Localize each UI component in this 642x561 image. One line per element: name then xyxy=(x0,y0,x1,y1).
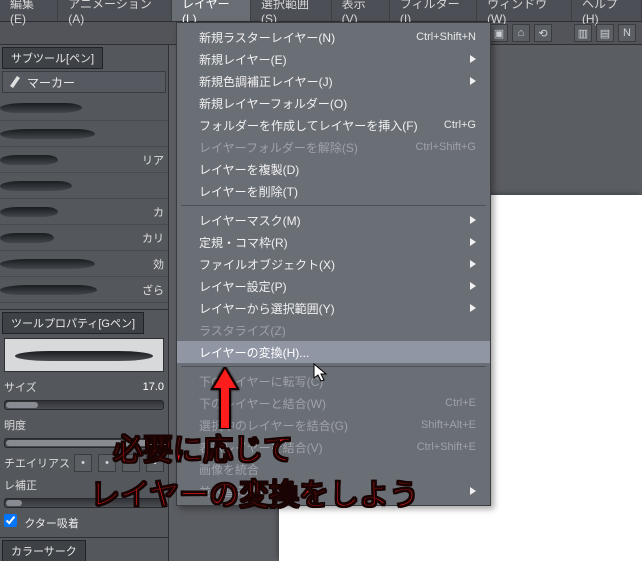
mi-rasterize: ラスタライズ(Z) xyxy=(177,319,490,341)
mi-new-folder[interactable]: 新規レイヤーフォルダー(O) xyxy=(177,92,490,114)
mi-ruler-frame[interactable]: 定規・コマ枠(R) xyxy=(177,231,490,253)
toolproperty-tab[interactable]: ツールプロパティ[Gペン] xyxy=(2,312,144,334)
aa-opt-2[interactable]: • xyxy=(98,454,116,472)
mi-merge-visible: 表示レイヤーを結合(V)Ctrl+Shift+E xyxy=(177,436,490,458)
marker-label: マーカー xyxy=(27,74,75,91)
menu-filter[interactable]: フィルター(I) xyxy=(390,0,477,21)
mi-merge-selected: 選択中のレイヤーを結合(G)Shift+Alt+E xyxy=(177,414,490,436)
mi-new-adjustment[interactable]: 新規色調補正レイヤー(J) xyxy=(177,70,490,92)
mi-sort: 並べ替え(A) xyxy=(177,480,490,502)
menu-separator xyxy=(181,366,486,367)
mi-delete[interactable]: レイヤーを削除(T) xyxy=(177,180,490,202)
toolbar-icon-6[interactable]: ▤ xyxy=(596,24,614,42)
prop-antialias: チエイリアス • • • • xyxy=(0,452,168,474)
chevron-right-icon xyxy=(470,55,476,63)
brush-preset-7[interactable]: 効 xyxy=(0,251,168,277)
brush-preview xyxy=(4,338,164,372)
menu-separator xyxy=(181,205,486,206)
toolbar-icon-4[interactable]: ⟲ xyxy=(534,24,552,42)
toolbar-icon-7[interactable]: N xyxy=(618,24,636,42)
menu-layer[interactable]: レイヤー(L) xyxy=(172,0,251,21)
aa-opt-3[interactable]: • xyxy=(122,454,140,472)
brush-preset-4[interactable] xyxy=(0,173,168,199)
chevron-right-icon xyxy=(470,487,476,495)
chevron-right-icon xyxy=(470,282,476,290)
layer-menu-dropdown: 新規ラスターレイヤー(N)Ctrl+Shift+N 新規レイヤー(E) 新規色調… xyxy=(176,22,491,506)
brush-preset-1[interactable] xyxy=(0,95,168,121)
menu-window[interactable]: ウィンドウ(W) xyxy=(477,0,572,21)
menubar: 編集(E) アニメーション(A) レイヤー(L) 選択範囲(S) 表示(V) フ… xyxy=(0,0,642,22)
brush-preset-6[interactable]: カリ xyxy=(0,225,168,251)
stabilize-slider[interactable] xyxy=(4,498,164,508)
mi-new-raster[interactable]: 新規ラスターレイヤー(N)Ctrl+Shift+N xyxy=(177,26,490,48)
mi-merge-below: 下のレイヤーと結合(W)Ctrl+E xyxy=(177,392,490,414)
chevron-right-icon xyxy=(470,238,476,246)
chevron-right-icon xyxy=(470,216,476,224)
chevron-right-icon xyxy=(470,260,476,268)
brush-preset-8[interactable]: ざら xyxy=(0,277,168,303)
opacity-slider[interactable] xyxy=(4,438,164,448)
mi-ungroup: レイヤーフォルダーを解除(S)Ctrl+Shift+G xyxy=(177,136,490,158)
vector-snap-label: クター吸着 xyxy=(24,518,79,530)
marker-tool-row[interactable]: マーカー xyxy=(2,71,166,93)
brush-preset-3[interactable]: リア xyxy=(0,147,168,173)
prop-opacity: 明度 xyxy=(0,414,168,436)
chevron-right-icon xyxy=(470,77,476,85)
chevron-right-icon xyxy=(470,304,476,312)
mi-transfer-below: 下のレイヤーに転写(C) xyxy=(177,370,490,392)
aa-opt-1[interactable]: • xyxy=(74,454,92,472)
vector-snap-check[interactable] xyxy=(4,514,17,527)
subtool-tab[interactable]: サブツール[ペン] xyxy=(2,47,103,69)
menu-help[interactable]: ヘルプ(H) xyxy=(572,0,642,21)
aa-opt-4[interactable]: • xyxy=(146,454,164,472)
menu-selection[interactable]: 選択範囲(S) xyxy=(251,0,332,21)
brush-preset-2[interactable] xyxy=(0,121,168,147)
mi-folder-insert[interactable]: フォルダーを作成してレイヤーを挿入(F)Ctrl+G xyxy=(177,114,490,136)
left-panel-column: サブツール[ペン] マーカー リア カ カリ 効 ざら ツールプロパティ[Gペン… xyxy=(0,45,169,561)
toolbar-icon-5[interactable]: ▥ xyxy=(574,24,592,42)
mi-file-object[interactable]: ファイルオブジェクト(X) xyxy=(177,253,490,275)
prop-stabilize: レ補正 xyxy=(0,474,168,496)
mi-layermask[interactable]: レイヤーマスク(M) xyxy=(177,209,490,231)
toolbar-icon-2[interactable]: ▣ xyxy=(490,24,508,42)
menu-edit[interactable]: 編集(E) xyxy=(0,0,58,21)
brush-preset-5[interactable]: カ xyxy=(0,199,168,225)
mi-new-layer[interactable]: 新規レイヤー(E) xyxy=(177,48,490,70)
mi-convert-layer[interactable]: レイヤーの変換(H)... xyxy=(177,341,490,363)
mi-flatten: 画像を統合 xyxy=(177,458,490,480)
mi-duplicate[interactable]: レイヤーを複製(D) xyxy=(177,158,490,180)
toolbar-icon-3[interactable]: ⌂ xyxy=(512,24,530,42)
prop-size: サイズ 17.0 xyxy=(0,376,168,398)
menu-animation[interactable]: アニメーション(A) xyxy=(58,0,172,21)
marker-icon xyxy=(7,73,23,92)
mi-layer-settings[interactable]: レイヤー設定(P) xyxy=(177,275,490,297)
size-value: 17.0 xyxy=(143,381,164,393)
colorcircle-tab[interactable]: カラーサーク xyxy=(2,540,86,561)
menu-view[interactable]: 表示(V) xyxy=(332,0,390,21)
mi-selection-from-layer[interactable]: レイヤーから選択範囲(Y) xyxy=(177,297,490,319)
size-slider[interactable] xyxy=(4,400,164,410)
